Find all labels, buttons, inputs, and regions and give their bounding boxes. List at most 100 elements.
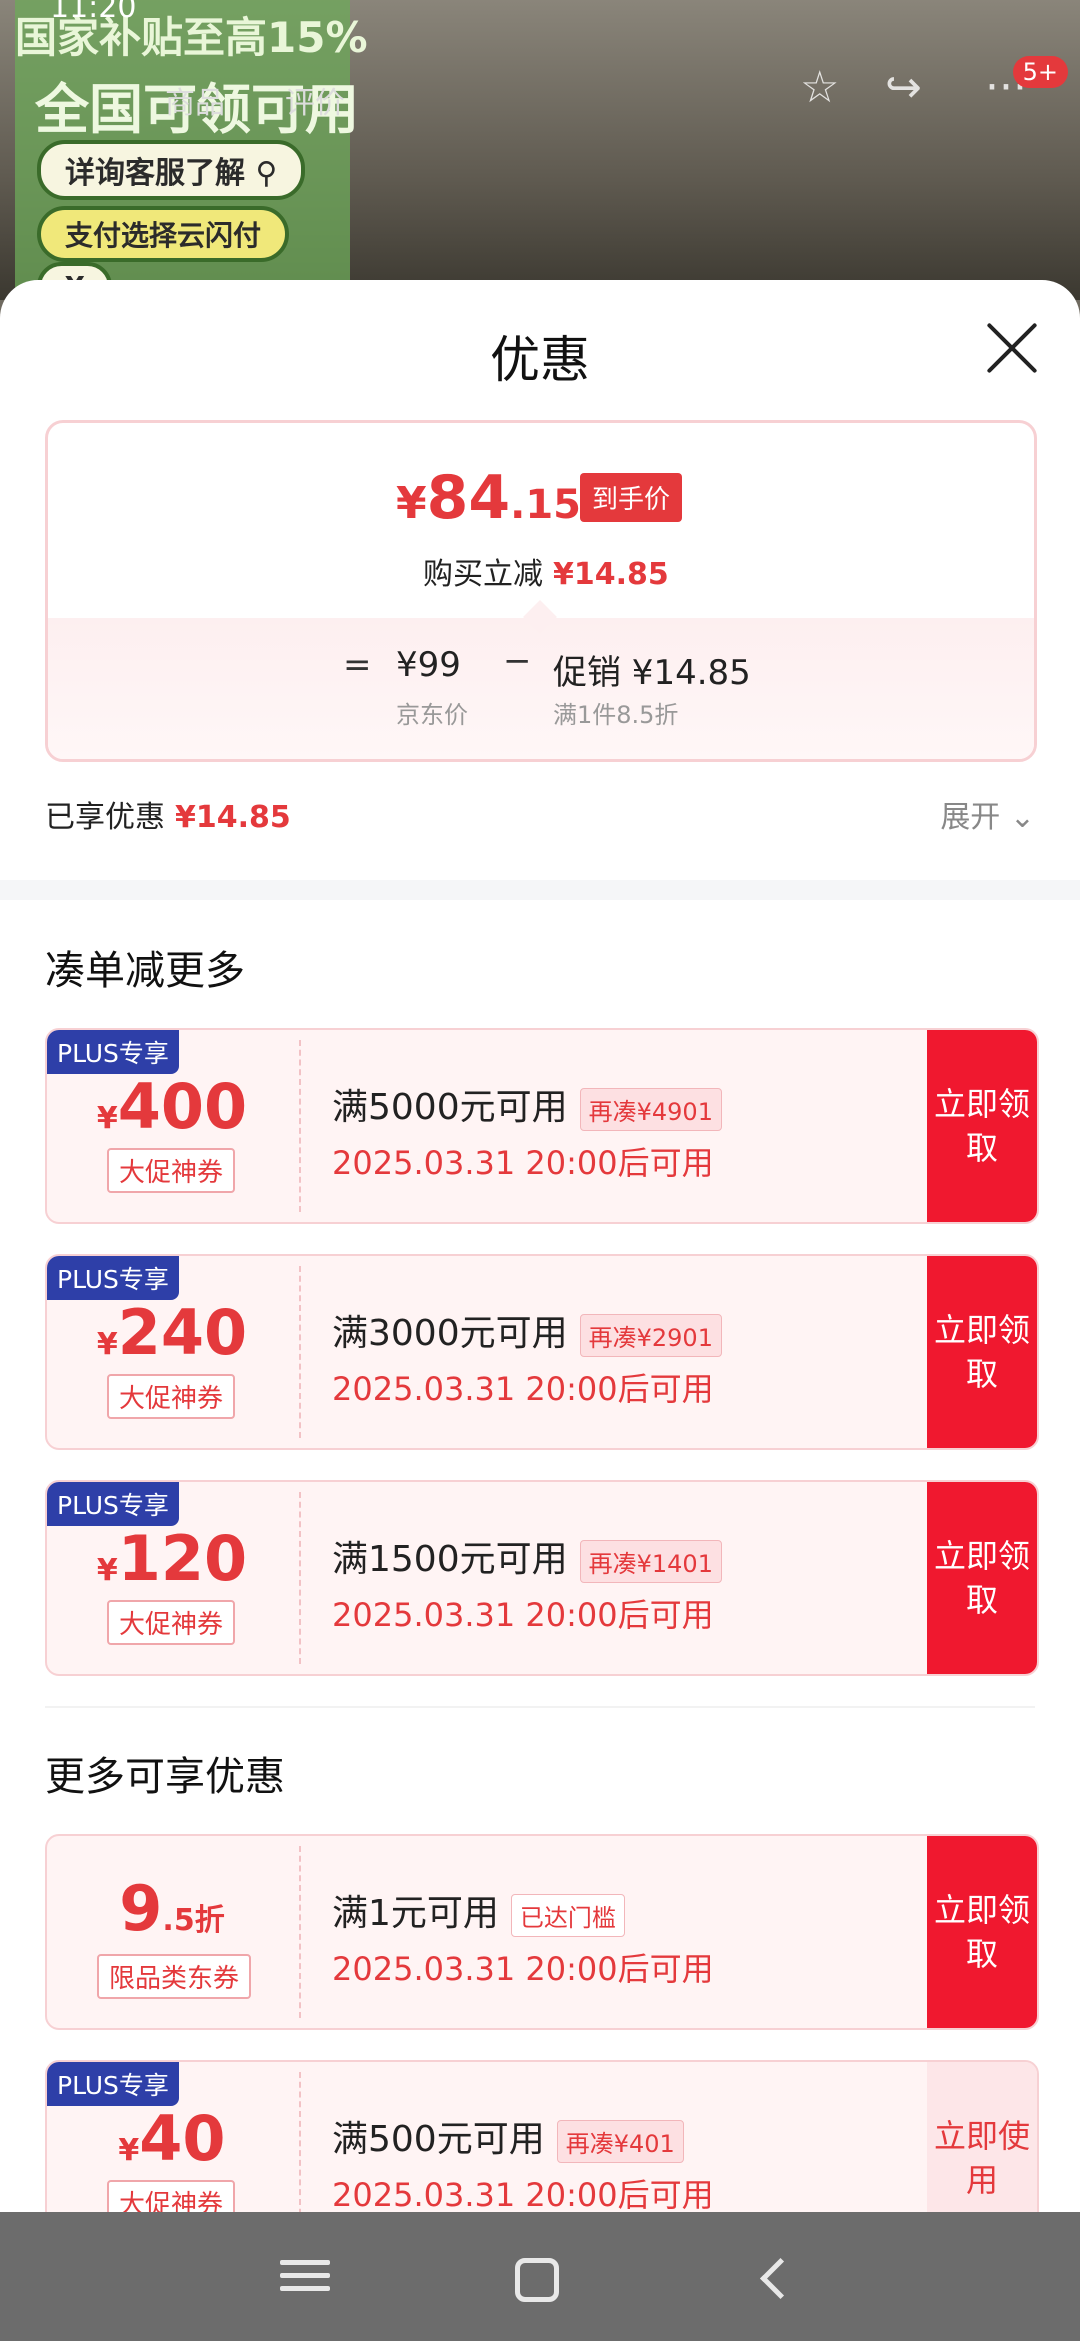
plus-badge: PLUS专享 (47, 2062, 179, 2106)
final-price-integer: 84 (426, 463, 511, 533)
coupon-amount: ¥400 (47, 1070, 297, 1143)
coupon-currency: ¥ (96, 1553, 118, 1588)
coupon-value: 40 (139, 2102, 226, 2175)
coupon-value: 400 (117, 1070, 248, 1143)
enjoyed-discount: 已享优惠 ¥14.85 (45, 792, 291, 836)
coupon-condition: 满500元可用 再凑¥401 (332, 2110, 684, 2163)
final-price: ¥84.15 (396, 463, 581, 533)
coupon-amount: 9.5折 (47, 1872, 297, 1945)
consult-pill-label: 详询客服了解 (65, 156, 245, 191)
discount-sheet: 优惠 ¥84.15 到手价 购买立减 ¥14.85 = ¥99 京东价 − 促销 … (0, 280, 1080, 2212)
coupon-value: 240 (117, 1296, 248, 1369)
claim-button[interactable]: 立即领取 (927, 1836, 1037, 2028)
consult-pill: 详询客服了解 ⚲ (37, 140, 306, 200)
claim-button[interactable]: 立即领取 (927, 1482, 1037, 1674)
background-product-page: 国家补贴至高15% 全国可领可用 详询客服了解 ⚲ 支付选择云闪付 ¥ 11:2… (0, 0, 1080, 300)
coupon-type: 大促神券 (107, 1374, 236, 1419)
tab-reviews[interactable]: 评价 (285, 78, 345, 122)
jd-price: ¥99 (396, 645, 461, 685)
coupon-type: 大促神券 (107, 1148, 236, 1193)
back-icon[interactable] (752, 2256, 802, 2306)
price-summary-card: ¥84.15 到手价 购买立减 ¥14.85 = ¥99 京东价 − 促销 ¥14… (45, 420, 1037, 762)
coupon-condition: 满1500元可用 再凑¥1401 (332, 1530, 722, 1583)
promo-rule: 满1件8.5折 (553, 701, 679, 729)
coupon-unit: .5折 (162, 1903, 225, 1938)
section-line (45, 1706, 1035, 1708)
coupon-threshold-tag: 已达门槛 (510, 1893, 625, 1937)
price-breakdown-area (48, 618, 1034, 759)
claim-button[interactable]: 立即领取 (927, 1030, 1037, 1222)
final-price-decimal: .15 (510, 482, 581, 528)
coupon-date: 2025.03.31 20:00后可用 (332, 1596, 714, 1634)
system-nav-bar (0, 2212, 1080, 2341)
coupon-date: 2025.03.31 20:00后可用 (332, 1144, 714, 1182)
coupon-condition: 满1元可用 已达门槛 (332, 1884, 625, 1937)
home-icon[interactable] (515, 2258, 559, 2302)
expand-button[interactable]: 展开 ⌄ (940, 792, 1035, 836)
coupon-gap-tag: 再凑¥401 (556, 2119, 684, 2163)
coupon-date: 2025.03.31 20:00后可用 (332, 1950, 714, 1988)
coupon-separator (299, 1266, 301, 1438)
pay-pill: 支付选择云闪付 (37, 206, 290, 262)
enjoyed-label: 已享优惠 (45, 800, 165, 835)
coupon-value: 120 (117, 1522, 248, 1595)
coupon-gap-tag: 再凑¥2901 (579, 1313, 722, 1357)
close-icon[interactable] (984, 320, 1040, 376)
coupon-condition-text: 满1500元可用 (332, 1539, 568, 1580)
coupon-condition-text: 满5000元可用 (332, 1087, 568, 1128)
tab-product[interactable]: 商品 (165, 78, 225, 122)
coupon-type: 大促神券 (107, 2180, 236, 2212)
coupon-gap-tag: 再凑¥4901 (579, 1087, 722, 1131)
coupon-separator (299, 2072, 301, 2212)
coupon-type: 大促神券 (107, 1600, 236, 1645)
coupon-currency: ¥ (96, 1327, 118, 1362)
equals-sign: = (343, 645, 372, 685)
plus-badge: PLUS专享 (47, 1030, 179, 1074)
section-more-offers: 更多可享优惠 (45, 1754, 285, 1800)
coupon-card: PLUS专享 ¥120 大促神券 满1500元可用 再凑¥1401 2025.03… (45, 1480, 1039, 1676)
plus-badge: PLUS专享 (47, 1256, 179, 1300)
coupon-currency: ¥ (96, 1101, 118, 1136)
coupon-card: 9.5折 限品类东券 满1元可用 已达门槛 2025.03.31 20:00后可用… (45, 1834, 1039, 2030)
search-icon: ⚲ (255, 156, 278, 191)
coupon-card: PLUS专享 ¥400 大促神券 满5000元可用 再凑¥4901 2025.03… (45, 1028, 1039, 1224)
coupon-amount: ¥240 (47, 1296, 297, 1369)
reduction-amount: ¥14.85 (553, 557, 669, 592)
expand-label: 展开 (940, 800, 1001, 835)
coupon-condition-text: 满1元可用 (332, 1893, 499, 1934)
instant-reduction: 购买立减 ¥14.85 (423, 549, 669, 593)
coupon-condition-text: 满500元可用 (332, 2119, 545, 2160)
section-more-order: 凑单减更多 (45, 948, 245, 994)
jd-price-label: 京东价 (396, 701, 468, 729)
subsidy-banner: 国家补贴至高15% 全国可领可用 详询客服了解 ⚲ 支付选择云闪付 ¥ (15, 0, 368, 300)
chevron-down-icon: ⌄ (1009, 800, 1035, 835)
section-divider (0, 880, 1080, 900)
use-button[interactable]: 立即使用 (927, 2062, 1037, 2212)
star-icon[interactable]: ☆ (800, 62, 839, 113)
coupon-date: 2025.03.31 20:00后可用 (332, 2176, 714, 2212)
share-icon[interactable]: ↪ (885, 62, 922, 113)
reduction-label: 购买立减 (423, 557, 543, 592)
promo-amount: 促销 ¥14.85 (553, 653, 751, 693)
coupon-amount: ¥120 (47, 1522, 297, 1595)
message-badge: 5+ (1012, 56, 1068, 88)
minus-sign: − (503, 641, 532, 681)
coupon-condition-text: 满3000元可用 (332, 1313, 568, 1354)
coupon-separator (299, 1040, 301, 1212)
claim-button[interactable]: 立即领取 (927, 1256, 1037, 1448)
menu-icon[interactable] (280, 2252, 330, 2302)
coupon-type: 限品类东券 (97, 1954, 252, 1999)
coupon-amount: ¥40 (47, 2102, 297, 2175)
final-price-tag: 到手价 (580, 473, 683, 522)
coupon-separator (299, 1492, 301, 1664)
coupon-value: 9 (119, 1872, 163, 1945)
coupon-gap-tag: 再凑¥1401 (579, 1539, 722, 1583)
sheet-title: 优惠 (490, 331, 590, 389)
coupon-separator (299, 1846, 301, 2018)
coupon-date: 2025.03.31 20:00后可用 (332, 1370, 714, 1408)
enjoyed-amount: ¥14.85 (175, 800, 291, 835)
coupon-condition: 满5000元可用 再凑¥4901 (332, 1078, 722, 1131)
coupon-card: PLUS专享 ¥40 大促神券 满500元可用 再凑¥401 2025.03.31… (45, 2060, 1039, 2212)
final-price-currency: ¥ (396, 478, 427, 529)
plus-badge: PLUS专享 (47, 1482, 179, 1526)
